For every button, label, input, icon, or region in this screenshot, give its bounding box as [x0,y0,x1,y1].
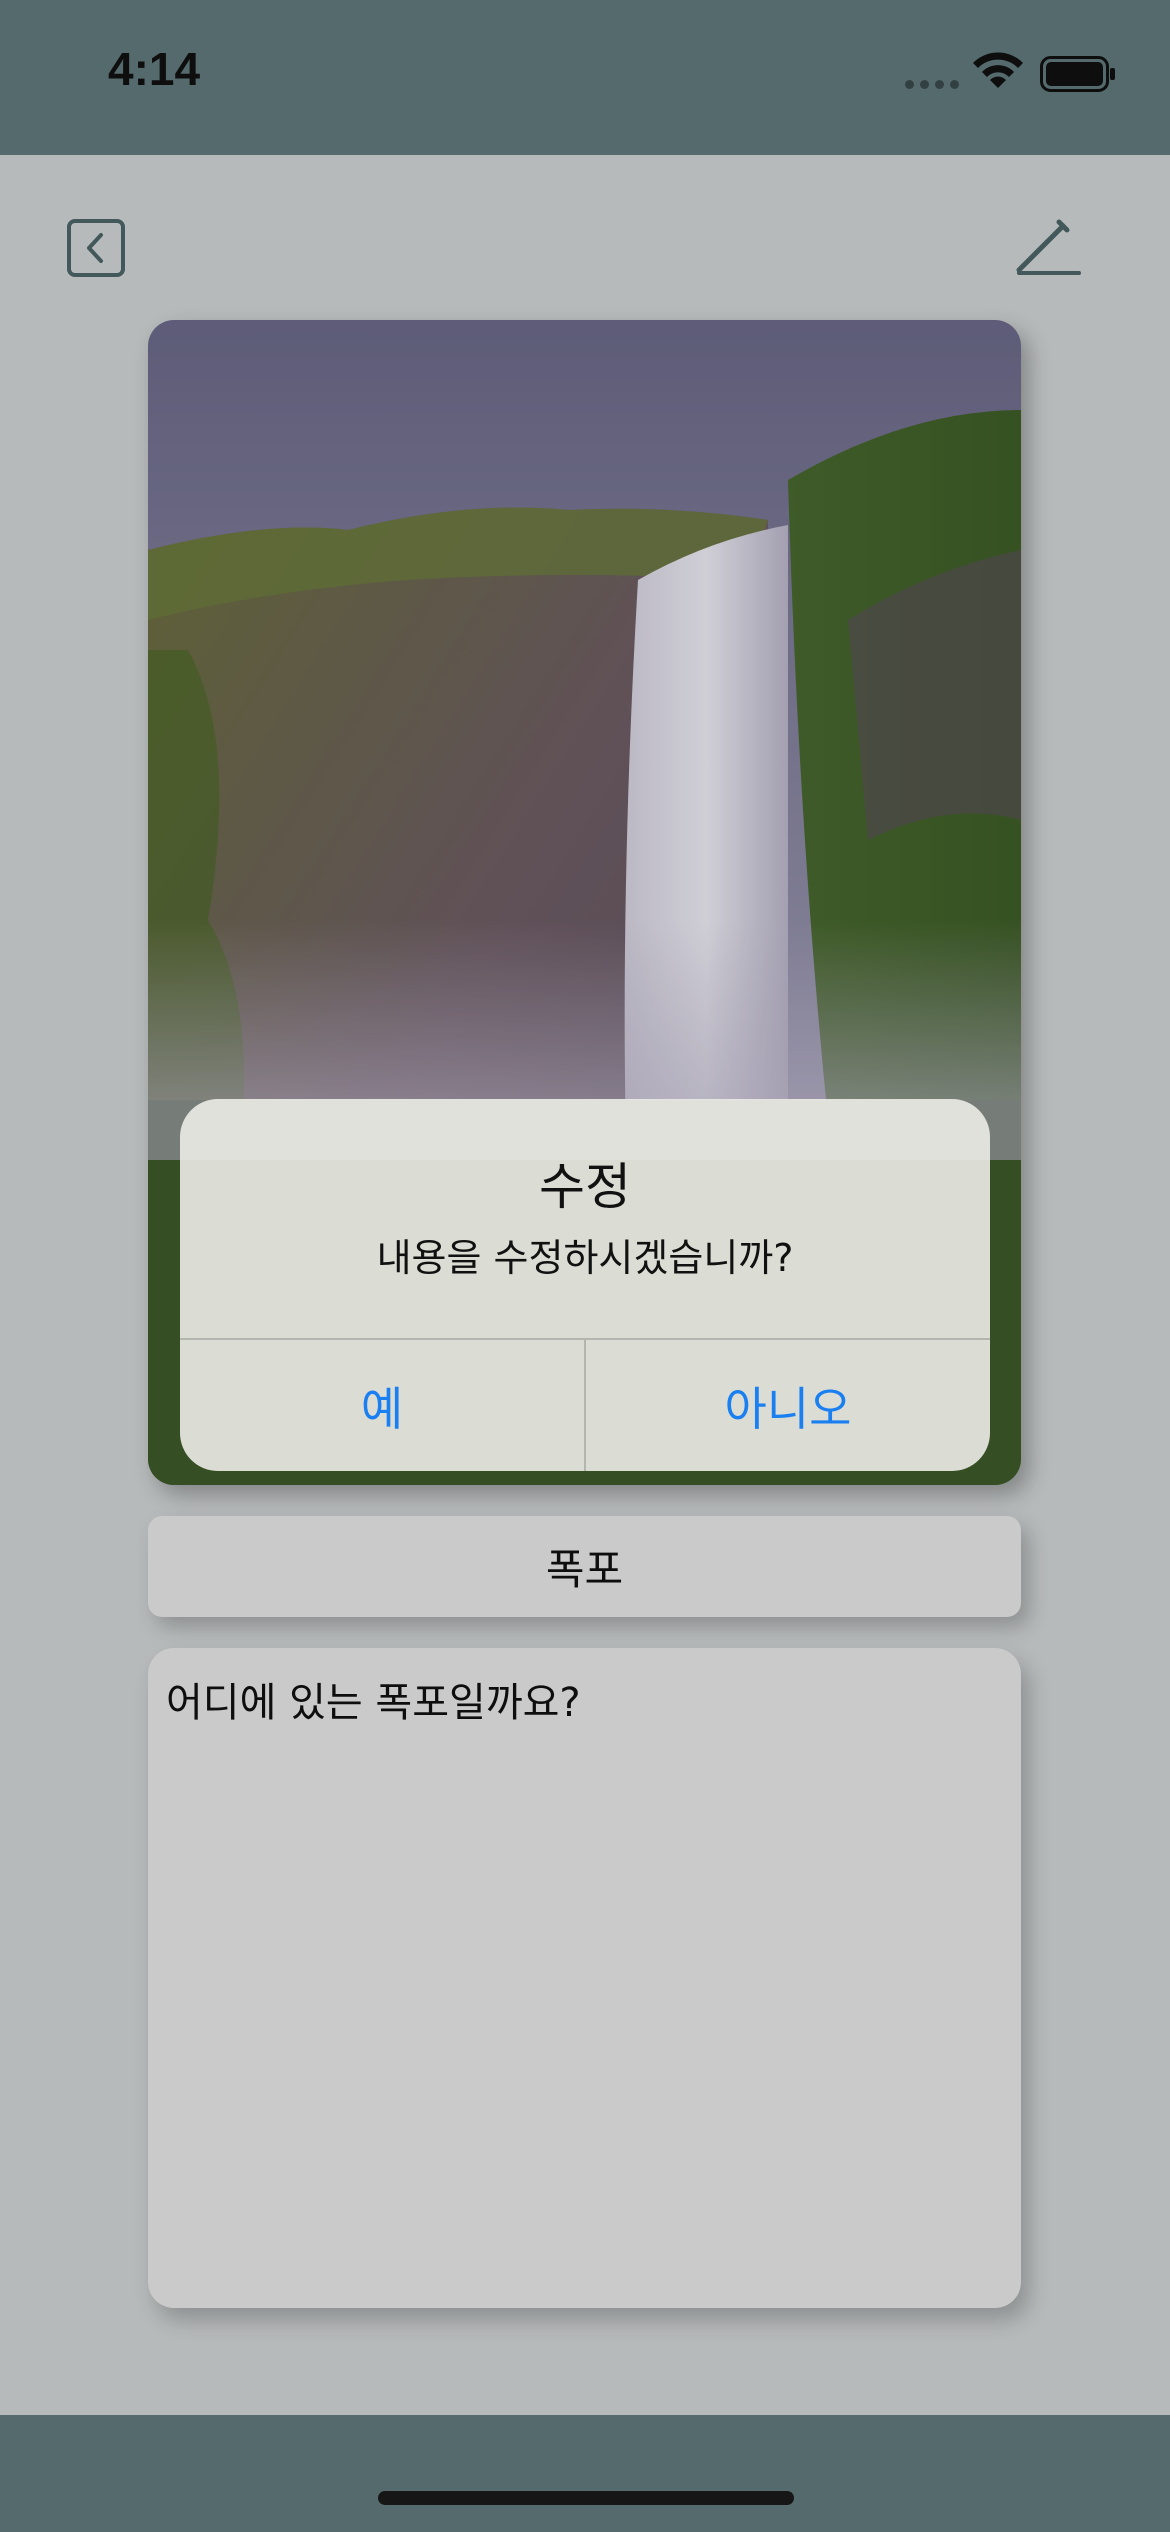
alert-title: 수정 [539,1158,631,1216]
edit-confirm-alert: 수정 내용을 수정하시겠습니까? 예 아니오 [180,1099,990,1471]
screen: 4:14 폭포 어디에 있는 폭포일까요? 수정 내용을 수정하시겠습니까? 예… [0,0,1170,2532]
alert-message: 내용을 수정하시겠습니까? [376,1236,794,1280]
cancel-button[interactable]: 아니오 [586,1340,990,1471]
confirm-button[interactable]: 예 [180,1340,584,1471]
